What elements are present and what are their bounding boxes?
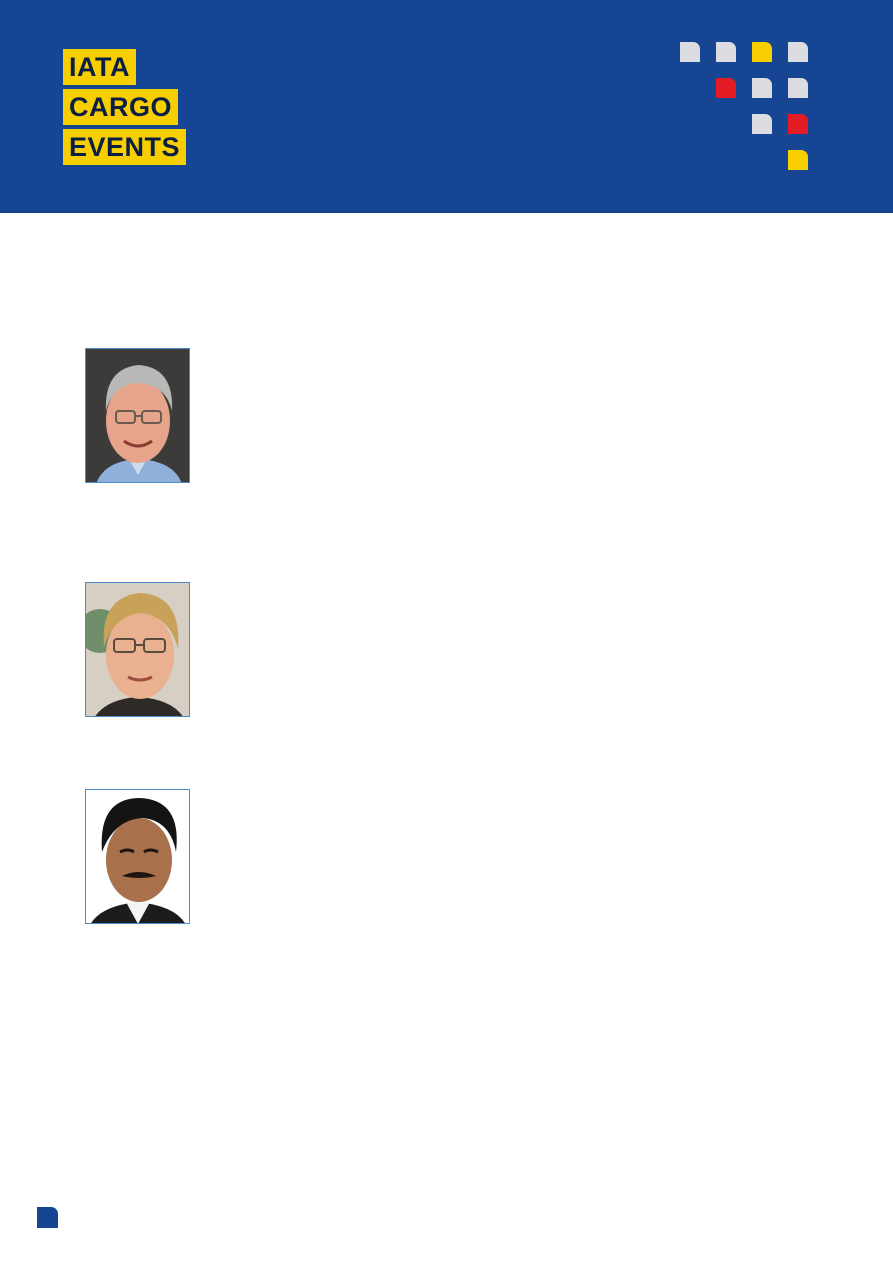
decorative-square xyxy=(716,78,736,98)
header-band: IATA CARGO EVENTS xyxy=(0,0,893,213)
decorative-square xyxy=(788,78,808,98)
speaker-photo-1 xyxy=(85,348,190,483)
page-marker-tab xyxy=(37,1207,58,1228)
decorative-square xyxy=(788,150,808,170)
logo-line-cargo: CARGO xyxy=(63,89,178,125)
decorative-square xyxy=(788,114,808,134)
logo-line-iata: IATA xyxy=(63,49,136,85)
speaker-photo-3 xyxy=(85,789,190,924)
decorative-square xyxy=(716,42,736,62)
portrait-grey-haired-man-glasses-icon xyxy=(86,349,189,482)
logo-line-events: EVENTS xyxy=(63,129,187,165)
portrait-dark-haired-man-mustache-icon xyxy=(86,790,189,923)
speaker-photo-2 xyxy=(85,582,190,717)
decorative-square xyxy=(752,78,772,98)
decorative-square xyxy=(788,42,808,62)
decorative-square xyxy=(752,42,772,62)
decorative-square xyxy=(680,42,700,62)
portrait-blond-man-glasses-icon xyxy=(86,583,189,716)
decorative-square xyxy=(752,114,772,134)
